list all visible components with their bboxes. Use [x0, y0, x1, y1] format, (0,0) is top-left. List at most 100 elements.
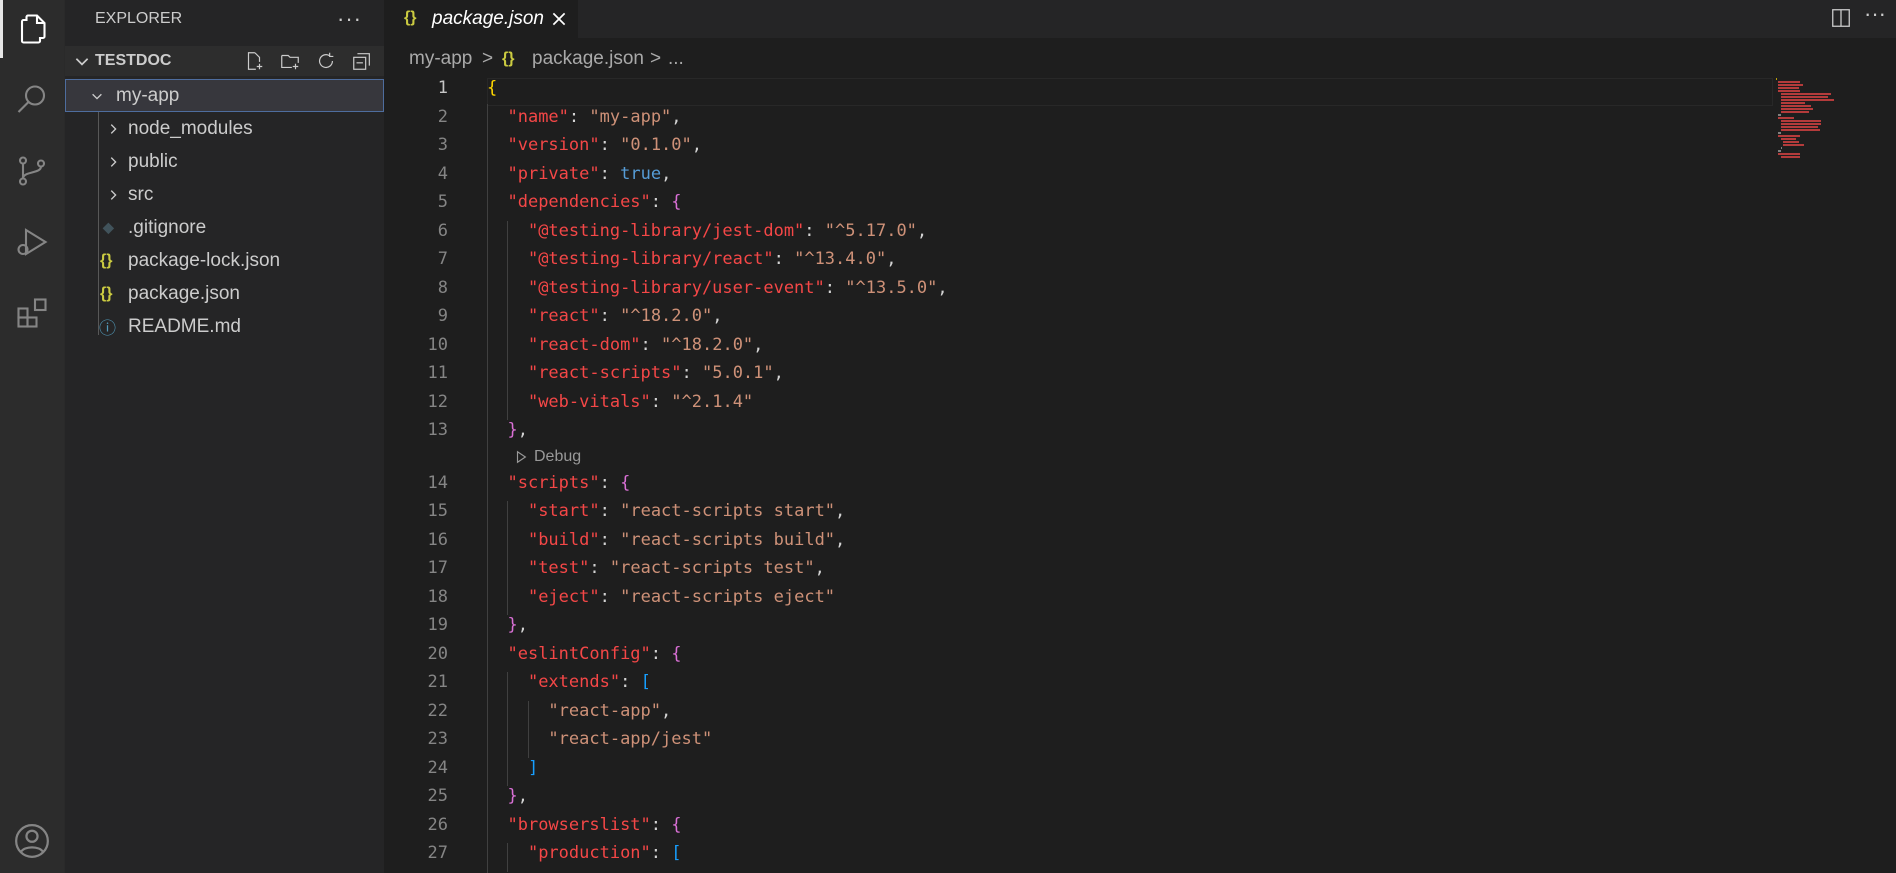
minimap-line: [1780, 102, 1806, 104]
line-number: 23: [427, 729, 448, 749]
json-file-icon: {}: [100, 251, 113, 269]
code-line: "eject": "react-scripts eject": [527, 586, 836, 607]
tree-item-label: package.json: [128, 282, 240, 304]
indent-guide: [507, 843, 509, 872]
run-debug-icon[interactable]: [0, 213, 64, 271]
minimap-line: [1780, 120, 1822, 122]
minimap-line: [1780, 123, 1822, 125]
code-line: "build": "react-scripts build",: [527, 529, 846, 550]
line-number: 17: [427, 558, 448, 578]
explorer-header: EXPLORER ···: [65, 0, 384, 38]
breadcrumb-separator: >: [482, 48, 494, 69]
workspace-name: TESTDOC: [95, 52, 172, 69]
code-line: "test": "react-scripts test",: [527, 558, 825, 578]
breadcrumb-file[interactable]: package.json: [532, 48, 644, 70]
line-number: 11: [427, 363, 448, 383]
tree-item-src[interactable]: src: [65, 178, 384, 211]
tree-item-public[interactable]: public: [65, 145, 384, 178]
account-icon[interactable]: [0, 809, 64, 873]
code-line: "private": true,: [507, 163, 672, 184]
close-icon[interactable]: [550, 10, 568, 28]
minimap-line: [1778, 135, 1801, 137]
chevron-down-icon: [75, 58, 89, 66]
tree-item-my-app[interactable]: my-app: [65, 79, 384, 112]
breadcrumb-symbol[interactable]: ...: [668, 48, 684, 70]
line-number: 19: [427, 615, 448, 635]
more-actions-icon[interactable]: ···: [1864, 1, 1886, 27]
files-icon[interactable]: [0, 0, 64, 58]
extensions-icon[interactable]: [0, 284, 64, 342]
tab-bar: {} package.json ···: [384, 0, 1896, 38]
source-control-icon[interactable]: [0, 142, 64, 200]
minimap-line: [1783, 144, 1804, 146]
code-line: "browserslist": {: [507, 814, 682, 835]
code-line: "react": "^18.2.0",: [527, 306, 723, 326]
minimap-line: [1780, 129, 1820, 131]
activity-bar: [0, 0, 65, 873]
tree-item-label: README.md: [128, 315, 241, 337]
line-number: 5: [437, 192, 448, 212]
tree-item-label: .gitignore: [128, 216, 207, 238]
code-line: "start": "react-scripts start",: [527, 501, 846, 521]
json-file-icon: {}: [100, 284, 113, 302]
minimap-line: [1778, 153, 1801, 155]
workspace-header[interactable]: TESTDOC: [65, 46, 384, 76]
minimap-line: [1778, 132, 1781, 134]
new-folder-icon[interactable]: [278, 50, 302, 72]
code-line: "version": "0.1.0",: [507, 135, 703, 155]
tree-item-label: src: [128, 183, 154, 205]
minimap-line: [1780, 126, 1819, 128]
chevron-right-icon: [110, 123, 117, 134]
breadcrumb-folder[interactable]: my-app: [409, 48, 472, 70]
split-editor-icon[interactable]: [1830, 7, 1852, 29]
json-file-icon: {}: [502, 50, 515, 67]
minimap-line: [1780, 108, 1814, 110]
line-number: 14: [427, 472, 448, 493]
tree-item-label: node_modules: [128, 117, 253, 139]
tab-package-json[interactable]: {} package.json: [384, 0, 578, 38]
tree-item-readme[interactable]: ⓘ README.md: [65, 310, 384, 343]
indent-guide: [507, 501, 509, 615]
minimap-line: [1778, 87, 1800, 89]
minimap-line: [1776, 78, 1778, 80]
line-number: 24: [427, 757, 448, 778]
refresh-icon[interactable]: [314, 50, 338, 72]
line-number: 9: [437, 306, 448, 326]
code-line: "eslintConfig": {: [507, 643, 682, 664]
code-line: },: [507, 420, 528, 440]
current-line-highlight: [487, 78, 1773, 106]
code-editor[interactable]: 1 2 3 4 5 6 7 8 9 10 11 12 13 14 15 16 17 18 19 20 21 22 23 24 2…: [384, 68, 1896, 873]
tree-item-gitignore[interactable]: ◆ .gitignore: [65, 211, 384, 244]
indent-guide: [507, 220, 509, 420]
collapse-all-icon[interactable]: [350, 50, 374, 72]
code-line: },: [507, 786, 528, 806]
minimap-line: [1778, 81, 1801, 83]
minimap[interactable]: [1766, 68, 1896, 268]
codelens-debug[interactable]: Debug: [514, 448, 581, 466]
minimap-line: [1780, 99, 1835, 101]
git-file-icon: ◆: [103, 219, 114, 235]
code-line: "react-app/jest": [548, 729, 713, 749]
search-icon[interactable]: [0, 71, 64, 129]
codelens-label: Debug: [534, 448, 582, 465]
line-number: 27: [427, 843, 448, 863]
minimap-line: [1780, 105, 1811, 107]
minimap-line: [1778, 117, 1794, 119]
line-number: 7: [437, 249, 448, 269]
minimap-line: [1780, 138, 1797, 140]
line-number: 1: [437, 78, 448, 98]
more-actions-icon[interactable]: ···: [337, 6, 362, 32]
line-number: 22: [427, 700, 448, 721]
new-file-icon[interactable]: [242, 50, 266, 72]
tree-item-node-modules[interactable]: node_modules: [65, 112, 384, 145]
code-line: "extends": [: [527, 672, 651, 692]
line-number: 3: [437, 135, 448, 155]
line-number: 10: [427, 334, 448, 355]
code-line: "react-dom": "^18.2.0",: [527, 334, 764, 355]
breadcrumb-separator: >: [650, 48, 662, 69]
tree-item-package-lock[interactable]: {} package-lock.json: [65, 244, 384, 277]
indent-guide: [527, 700, 529, 758]
line-number: 25: [427, 786, 448, 806]
tree-item-label: public: [128, 150, 178, 172]
tree-item-package-json[interactable]: {} package.json: [65, 277, 384, 310]
